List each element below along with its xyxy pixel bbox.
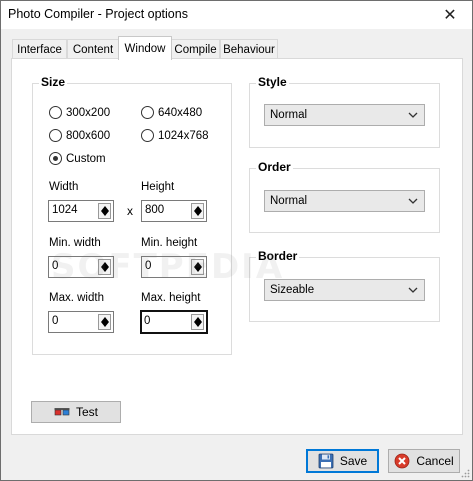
radio-label: 640x480 (158, 106, 203, 119)
chevron-down-icon (408, 112, 418, 118)
cancel-icon (394, 453, 410, 469)
chevron-down-icon (408, 198, 418, 204)
height-spin-buttons[interactable] (191, 203, 204, 219)
order-value: Normal (270, 195, 308, 207)
max-height-value: 0 (144, 315, 151, 327)
radio-button[interactable] (141, 106, 154, 119)
floppy-disk-icon (318, 453, 334, 469)
tab-window[interactable]: Window (118, 36, 172, 60)
radio-800x600[interactable]: 800x600 (49, 129, 110, 142)
save-button-label: Save (339, 454, 368, 468)
height-label: Height (141, 181, 175, 193)
project-options-window: Photo Compiler - Project options ✕ Inter… (0, 0, 473, 481)
radio-1024x768[interactable]: 1024x768 (141, 129, 209, 142)
test-button-label: Test (75, 405, 98, 419)
tab-behaviour[interactable]: Behaviour (220, 39, 278, 59)
radio-300x200[interactable]: 300x200 (49, 106, 110, 119)
height-spinbox[interactable]: 800 (141, 200, 207, 222)
max-width-value: 0 (52, 315, 59, 327)
max-height-label: Max. height (141, 292, 201, 304)
tab-content[interactable]: Content (67, 39, 119, 59)
max-height-spinbox[interactable]: 0 (140, 310, 208, 334)
times-separator: x (127, 204, 133, 218)
max-height-spin-buttons[interactable] (191, 314, 204, 330)
watermark: SOFTPEDIA (51, 247, 285, 287)
radio-button[interactable] (49, 129, 62, 142)
title-bar: Photo Compiler - Project options ✕ (1, 1, 472, 29)
style-value: Normal (270, 109, 308, 121)
radio-label: 300x200 (66, 106, 111, 119)
order-dropdown[interactable]: Normal (264, 190, 425, 212)
radio-button[interactable] (49, 152, 62, 165)
tab-label: Window (124, 42, 166, 55)
resize-grip-icon[interactable] (460, 468, 470, 478)
radio-label: Custom (66, 152, 106, 165)
cancel-button-label: Cancel (416, 454, 454, 468)
tab-interface[interactable]: Interface (12, 39, 67, 59)
close-icon: ✕ (443, 7, 457, 24)
max-width-spin-buttons[interactable] (98, 314, 111, 330)
style-dropdown[interactable]: Normal (264, 104, 425, 126)
tab-label: Behaviour (223, 43, 275, 56)
border-dropdown[interactable]: Sizeable (264, 279, 425, 301)
window-title: Photo Compiler - Project options (8, 7, 188, 21)
tab-label: Compile (174, 43, 217, 56)
radio-button[interactable] (49, 106, 62, 119)
save-button[interactable]: Save (306, 449, 379, 473)
tab-label: Interface (17, 43, 62, 56)
radio-640x480[interactable]: 640x480 (141, 106, 202, 119)
tab-compile[interactable]: Compile (171, 39, 220, 59)
width-spinbox[interactable]: 1024 (48, 200, 114, 222)
radio-button[interactable] (141, 129, 154, 142)
cancel-button[interactable]: Cancel (388, 449, 460, 473)
max-width-spinbox[interactable]: 0 (48, 311, 114, 333)
radio-label: 800x600 (66, 129, 111, 142)
width-label: Width (49, 181, 79, 193)
chevron-down-icon (408, 287, 418, 293)
radio-label: 1024x768 (158, 129, 209, 142)
tab-label: Content (72, 43, 114, 56)
close-button[interactable]: ✕ (428, 1, 472, 29)
width-spin-buttons[interactable] (98, 203, 111, 219)
3d-glasses-icon (54, 408, 70, 416)
size-group-label: Size (39, 75, 68, 89)
radio-custom[interactable]: Custom (49, 152, 106, 165)
test-button[interactable]: Test (31, 401, 121, 423)
max-width-label: Max. width (49, 292, 104, 304)
order-group-label: Order (256, 160, 293, 174)
width-value: 1024 (52, 204, 78, 216)
style-group-label: Style (256, 75, 289, 89)
height-value: 800 (145, 204, 165, 216)
